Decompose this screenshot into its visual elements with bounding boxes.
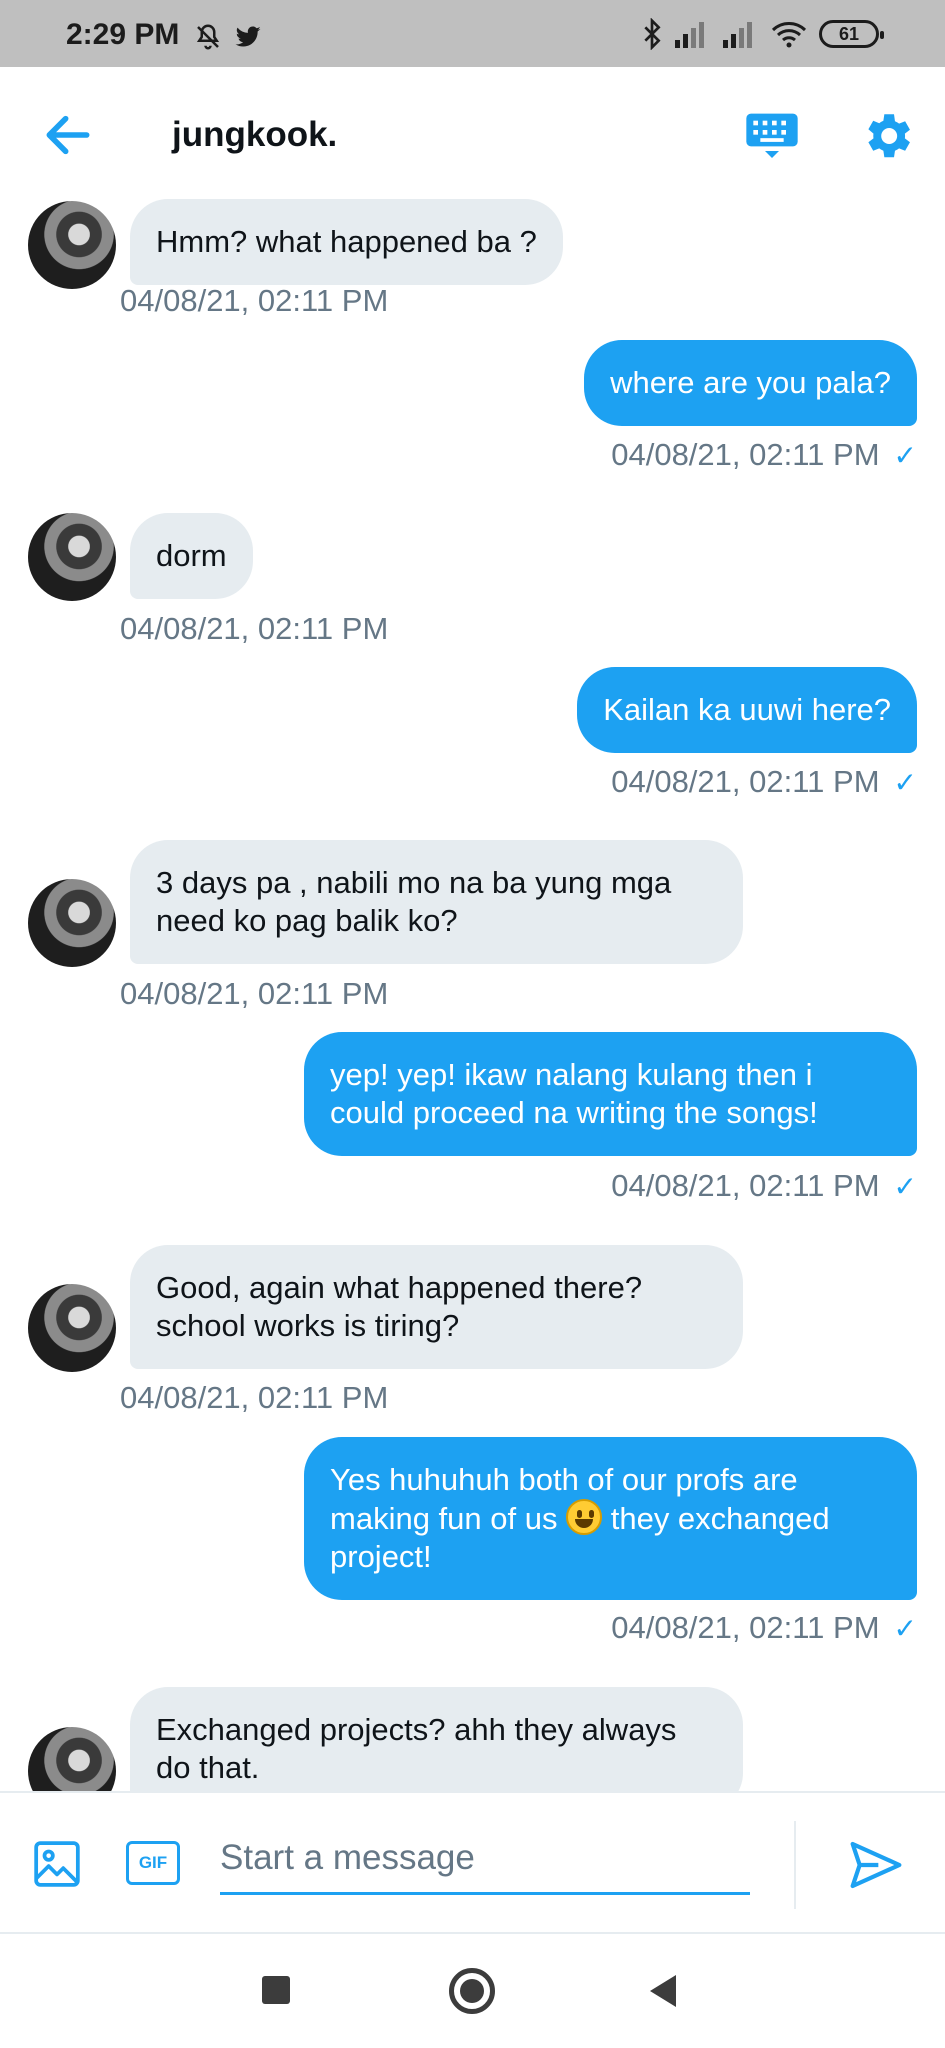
message-line: Exchanged projects? ahh they always [156,1712,677,1747]
outgoing-message-bubble[interactable]: where are you pala? [584,340,917,426]
outgoing-message-bubble[interactable]: Yes huhuhuh both of our profs are making… [304,1437,917,1600]
timestamp-text: 04/08/21, 02:11 PM [611,437,880,472]
back-arrow-icon[interactable] [40,107,96,163]
timestamp-text: 04/08/21, 02:11 PM [611,764,880,799]
incoming-message-bubble[interactable]: Exchanged projects? ahh they always do t… [130,1687,743,1791]
avatar[interactable] [28,513,116,601]
message-composer: GIF [0,1791,945,1934]
composer-divider [794,1821,796,1909]
mute-icon [196,24,220,50]
incoming-message-bubble[interactable]: dorm [130,513,253,599]
wifi-icon [771,22,807,48]
status-left-icons [193,22,263,52]
avatar[interactable] [28,879,116,967]
timestamp-text: 04/08/21, 02:11 PM [611,1168,880,1203]
message-timestamp: 04/08/21, 02:11 PM ✓ [611,764,917,800]
message-fragment: making fun of us [330,1501,558,1536]
battery-icon: 61 [819,20,884,48]
message-line: school works is tiring? [156,1308,460,1343]
message-text: where are you pala? [610,365,891,400]
incoming-message-bubble[interactable]: 3 days pa , nabili mo na ba yung mga nee… [130,840,743,964]
message-fragment: they exchanged [610,1501,830,1536]
message-timestamp: 04/08/21, 02:11 PM [120,1380,389,1415]
message-timestamp: 04/08/21, 02:11 PM ✓ [611,1610,917,1646]
message-timestamp: 04/08/21, 02:11 PM ✓ [611,437,917,473]
recents-icon[interactable] [262,1976,290,2004]
message-line: Good, again what happened there? [156,1270,643,1305]
gif-button[interactable]: GIF [126,1841,180,1885]
message-line: do that. [156,1750,260,1785]
message-text: Kailan ka uuwi here? [603,692,891,727]
gif-label: GIF [138,1853,168,1872]
image-icon[interactable] [32,1839,82,1889]
avatar[interactable] [28,201,116,289]
message-line: need ko pag balik ko? [156,903,458,938]
message-line: project! [330,1539,432,1574]
message-timestamp: 04/08/21, 02:11 PM ✓ [611,1168,917,1204]
message-line: Yes huhuhuh both of our profs are [330,1462,798,1497]
twitter-icon [235,26,261,47]
message-list[interactable]: Hmm? what happened ba ? 04/08/21, 02:11 … [0,199,945,1791]
keyboard-icon[interactable] [744,109,800,165]
message-text: Hmm? what happened ba ? [156,224,537,259]
signal-icon [723,22,752,48]
incoming-message-bubble[interactable]: Hmm? what happened ba ? [130,199,563,285]
conversation-title[interactable]: jungkook. [172,115,337,155]
bluetooth-icon [644,18,661,50]
battery-level: 61 [838,23,860,44]
timestamp-text: 04/08/21, 02:11 PM [611,1610,880,1645]
avatar[interactable] [28,1284,116,1372]
message-timestamp: 04/08/21, 02:11 PM [120,976,389,1011]
avatar[interactable] [28,1727,116,1791]
message-input[interactable] [220,1823,750,1895]
outgoing-message-bubble[interactable]: yep! yep! ikaw nalang kulang then i coul… [304,1032,917,1156]
message-timestamp: 04/08/21, 02:11 PM [120,611,389,646]
sent-check-icon: ✓ [893,439,917,471]
message-line: 3 days pa , nabili mo na ba yung mga [156,865,672,900]
home-icon[interactable] [449,1968,495,2014]
message-timestamp: 04/08/21, 02:11 PM [120,283,389,318]
message-line: could proceed na writing the songs! [330,1095,818,1130]
message-line: yep! yep! ikaw nalang kulang then i [330,1057,813,1092]
status-bar: 2:29 PM 61 [0,0,945,67]
status-time: 2:29 PM [66,18,180,51]
settings-gear-icon[interactable] [858,107,916,165]
incoming-message-bubble[interactable]: Good, again what happened there? school … [130,1245,743,1369]
outgoing-message-bubble[interactable]: Kailan ka uuwi here? [577,667,917,753]
conversation-header: jungkook. [0,67,945,199]
sent-check-icon: ✓ [893,1612,917,1644]
status-right-icons: 61 [641,18,884,50]
grinning-face-emoji-icon [566,1499,603,1535]
sent-check-icon: ✓ [893,766,917,798]
message-text: dorm [156,538,227,573]
sent-check-icon: ✓ [893,1170,917,1202]
system-nav-bar [0,1934,945,2048]
signal-icon [675,22,704,48]
send-icon[interactable] [848,1837,904,1893]
message-line: making fun of us they exchanged [330,1499,891,1538]
nav-back-icon[interactable] [650,1975,676,2007]
